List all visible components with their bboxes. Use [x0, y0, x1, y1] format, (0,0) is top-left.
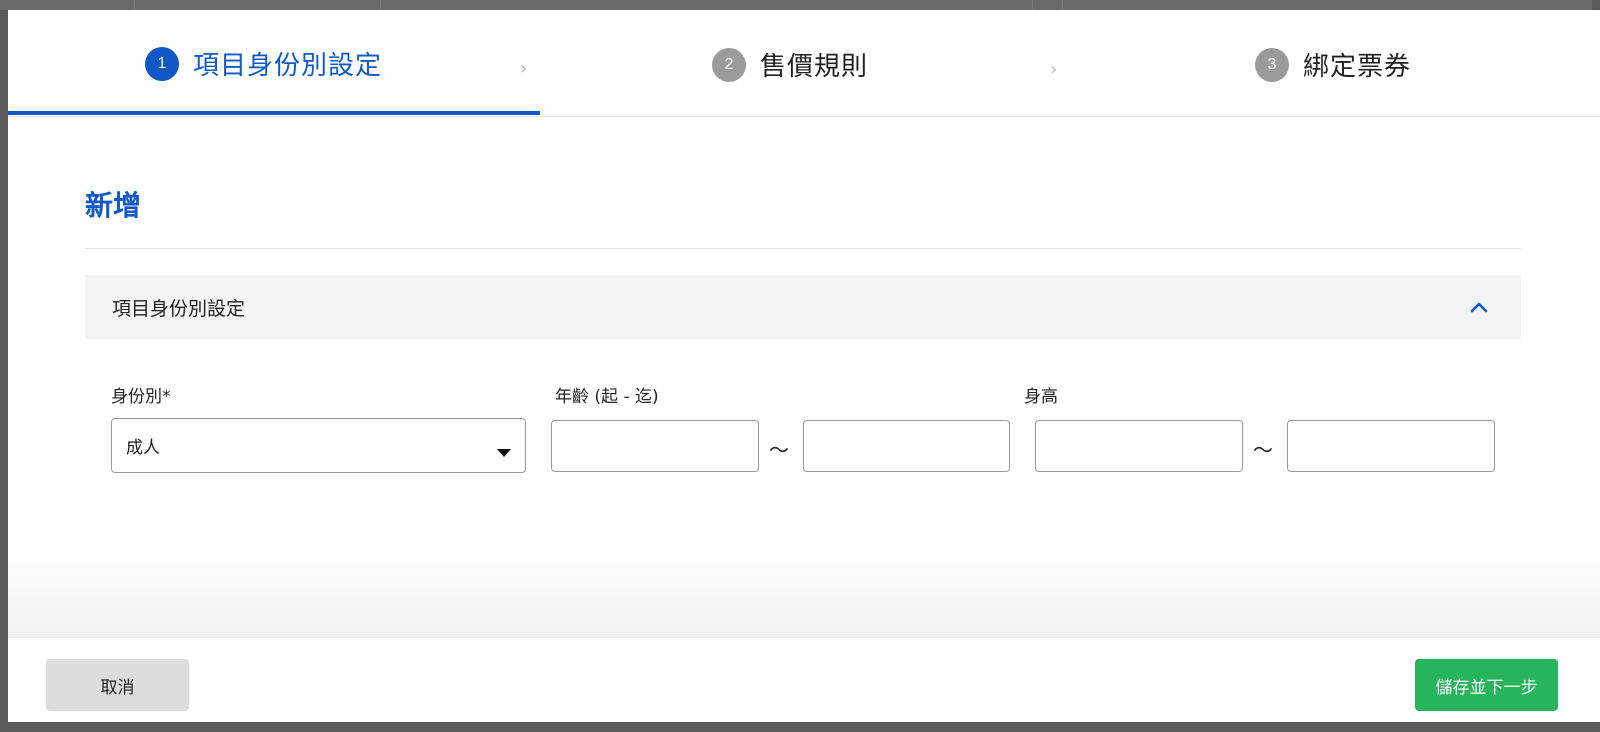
- identity-select-value: 成人: [126, 438, 160, 458]
- age-from-input[interactable]: [551, 420, 759, 472]
- stepper: 1 項目身份別設定 › 2 售價規則 › 3 綁定票券: [8, 10, 1600, 117]
- backdrop-column: [134, 0, 135, 10]
- backdrop-column: [1062, 0, 1063, 10]
- step-label: 項目身份別設定: [193, 51, 383, 81]
- section-title: 項目身份別設定: [112, 297, 246, 320]
- age-label: 年齡 (起 - 迄): [555, 387, 659, 407]
- step-label: 綁定票券: [1303, 52, 1412, 82]
- backdrop-column: [380, 0, 381, 10]
- page-title: 新增: [85, 189, 142, 222]
- height-from-input[interactable]: [1035, 420, 1243, 472]
- step-3[interactable]: 3 綁定票券: [1255, 11, 1411, 118]
- save-and-next-button[interactable]: 儲存並下一步: [1415, 659, 1558, 711]
- step-1[interactable]: 1 項目身份別設定: [145, 10, 382, 117]
- chevron-right-icon: ›: [520, 58, 528, 79]
- range-separator: ～: [769, 438, 789, 462]
- identity-select[interactable]: 成人: [111, 418, 526, 473]
- footer: 取消 儲存並下一步: [8, 638, 1600, 722]
- backdrop-text-fragment: [0, 75, 8, 93]
- backdrop-column: [1032, 0, 1033, 10]
- step-2[interactable]: 2 售價規則: [712, 11, 868, 118]
- footer-shadow: [8, 550, 1600, 640]
- step-label: 售價規則: [760, 52, 869, 82]
- range-separator: ～: [1253, 438, 1273, 462]
- backdrop: [0, 0, 1600, 10]
- identity-label: 身份別*: [111, 387, 171, 407]
- backdrop: [0, 722, 1600, 732]
- chevron-up-icon[interactable]: [1469, 297, 1489, 317]
- chevron-right-icon: ›: [1050, 59, 1058, 80]
- step-number: 2: [712, 47, 746, 82]
- step-number: 1: [145, 46, 179, 81]
- age-to-input[interactable]: [803, 420, 1010, 472]
- caret-down-icon: [497, 442, 511, 457]
- modal-dialog: 1 項目身份別設定 › 2 售價規則 › 3 綁定票券 新增 項目身份別設定 身…: [8, 10, 1600, 722]
- height-label: 身高: [1024, 387, 1058, 407]
- active-step-indicator: [8, 111, 540, 115]
- step-number: 3: [1255, 47, 1289, 82]
- divider: [85, 248, 1521, 249]
- height-to-input[interactable]: [1287, 420, 1495, 472]
- section-header[interactable]: 項目身份別設定: [85, 275, 1521, 339]
- cancel-button[interactable]: 取消: [46, 659, 189, 711]
